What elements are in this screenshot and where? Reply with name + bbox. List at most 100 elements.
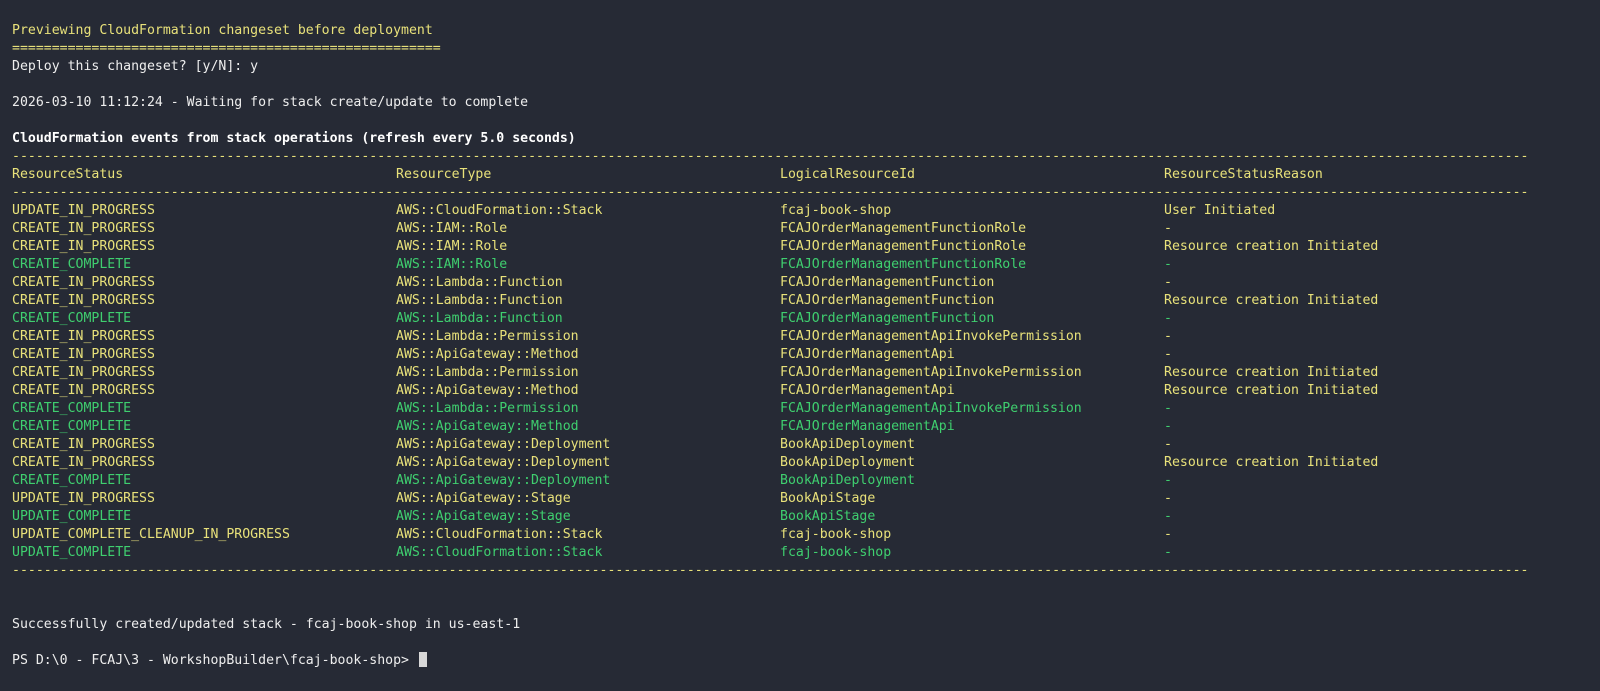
cell-resource-type: AWS::ApiGateway::Stage	[396, 491, 571, 506]
cell-resource-status: CREATE_IN_PROGRESS	[12, 383, 155, 398]
cell-resource-type: AWS::ApiGateway::Deployment	[396, 455, 611, 470]
cell-resource-status-reason: Resource creation Initiated	[1164, 293, 1379, 308]
table-row: UPDATE_COMPLETE AWS::ApiGateway::Stage Boo…	[12, 508, 1600, 526]
cell-resource-status-reason: Resource creation Initiated	[1164, 239, 1379, 254]
cell-resource-type: AWS::Lambda::Function	[396, 293, 563, 308]
cell-resource-status-reason: -	[1164, 401, 1172, 416]
cell-resource-status: CREATE_IN_PROGRESS	[12, 293, 155, 308]
cell-logical-resource-id: FCAJOrderManagementApiInvokePermission	[780, 401, 1082, 416]
column-header-resource-type: ResourceType	[396, 167, 492, 182]
table-row: CREATE_IN_PROGRESS AWS::ApiGateway::Metho…	[12, 346, 1600, 364]
cell-resource-status-reason: -	[1164, 473, 1172, 488]
cell-resource-status-reason: -	[1164, 311, 1172, 326]
waiting-message: 2026-03-10 11:12:24 - Waiting for stack …	[12, 95, 529, 110]
cell-logical-resource-id: BookApiDeployment	[780, 437, 915, 452]
cell-resource-status-reason: Resource creation Initiated	[1164, 455, 1379, 470]
table-row: CREATE_IN_PROGRESS AWS::Lambda::Permissio…	[12, 328, 1600, 346]
table-row: CREATE_IN_PROGRESS AWS::ApiGateway::Metho…	[12, 382, 1600, 400]
cell-resource-status-reason: User Initiated	[1164, 203, 1276, 218]
cell-resource-status-reason: -	[1164, 509, 1172, 524]
cell-logical-resource-id: FCAJOrderManagementFunction	[780, 275, 995, 290]
table-separator-top: ----------------------------------------…	[12, 149, 1528, 164]
deploy-prompt: Deploy this changeset? [y/N]: y	[12, 59, 259, 74]
cell-resource-status-reason: -	[1164, 491, 1172, 506]
cell-resource-status: CREATE_IN_PROGRESS	[12, 347, 155, 362]
cell-resource-status-reason: -	[1164, 347, 1172, 362]
cell-resource-type: AWS::CloudFormation::Stack	[396, 527, 603, 542]
cell-logical-resource-id: FCAJOrderManagementApi	[780, 419, 955, 434]
cell-resource-status-reason: -	[1164, 275, 1172, 290]
table-row: CREATE_COMPLETE AWS::IAM::Role FCAJOrderMa…	[12, 256, 1600, 274]
table-row: UPDATE_IN_PROGRESS AWS::CloudFormation::S…	[12, 202, 1600, 220]
cell-resource-status: CREATE_COMPLETE	[12, 257, 132, 272]
cell-resource-status: CREATE_IN_PROGRESS	[12, 239, 155, 254]
cell-resource-type: AWS::ApiGateway::Method	[396, 347, 579, 362]
preview-underline: ========================================…	[12, 41, 441, 56]
cell-resource-type: AWS::Lambda::Permission	[396, 365, 579, 380]
table-row: CREATE_COMPLETE AWS::Lambda::Function FCAJ…	[12, 310, 1600, 328]
cell-resource-type: AWS::Lambda::Function	[396, 275, 563, 290]
cell-resource-status: UPDATE_COMPLETE	[12, 509, 132, 524]
cell-logical-resource-id: BookApiDeployment	[780, 455, 915, 470]
text-cursor	[418, 652, 427, 667]
cell-resource-status-reason: -	[1164, 437, 1172, 452]
cell-resource-status-reason: -	[1164, 545, 1172, 560]
terminal-window[interactable]: Previewing CloudFormation changeset befo…	[0, 0, 1600, 691]
table-separator-header: ----------------------------------------…	[12, 185, 1528, 200]
shell-prompt-line[interactable]: PS D:\0 - FCAJ\3 - WorkshopBuilder\fcaj-…	[12, 652, 1600, 670]
cell-resource-type: AWS::IAM::Role	[396, 221, 508, 236]
cell-resource-type: AWS::IAM::Role	[396, 239, 508, 254]
cell-logical-resource-id: fcaj-book-shop	[780, 203, 892, 218]
cell-resource-status-reason: Resource creation Initiated	[1164, 365, 1379, 380]
cell-logical-resource-id: FCAJOrderManagementApi	[780, 383, 955, 398]
table-row: CREATE_IN_PROGRESS AWS::Lambda::Function F…	[12, 274, 1600, 292]
events-header: CloudFormation events from stack operati…	[12, 131, 576, 146]
cell-logical-resource-id: FCAJOrderManagementFunctionRole	[780, 239, 1027, 254]
cell-resource-type: AWS::Lambda::Permission	[396, 401, 579, 416]
cell-resource-status: CREATE_IN_PROGRESS	[12, 365, 155, 380]
cell-resource-type: AWS::ApiGateway::Method	[396, 383, 579, 398]
table-row: UPDATE_COMPLETE_CLEANUP_IN_PROGRESS AWS::…	[12, 526, 1600, 544]
cell-resource-type: AWS::Lambda::Function	[396, 311, 563, 326]
cell-logical-resource-id: BookApiStage	[780, 509, 876, 524]
cell-resource-status-reason: -	[1164, 221, 1172, 236]
preview-title: Previewing CloudFormation changeset befo…	[12, 23, 433, 38]
cell-resource-type: AWS::ApiGateway::Deployment	[396, 473, 611, 488]
cell-resource-type: AWS::CloudFormation::Stack	[396, 545, 603, 560]
table-row: CREATE_IN_PROGRESS AWS::ApiGateway::Deplo…	[12, 454, 1600, 472]
cell-logical-resource-id: fcaj-book-shop	[780, 527, 892, 542]
table-row: CREATE_IN_PROGRESS AWS::IAM::Role FCAJOrde…	[12, 220, 1600, 238]
column-header-resource-status-reason: ResourceStatusReason	[1164, 167, 1323, 182]
cell-resource-status: CREATE_IN_PROGRESS	[12, 221, 155, 236]
cell-resource-type: AWS::Lambda::Permission	[396, 329, 579, 344]
cell-logical-resource-id: FCAJOrderManagementFunction	[780, 293, 995, 308]
cell-resource-status: UPDATE_COMPLETE_CLEANUP_IN_PROGRESS	[12, 527, 290, 542]
cell-resource-status: CREATE_COMPLETE	[12, 311, 132, 326]
cell-logical-resource-id: FCAJOrderManagementFunctionRole	[780, 257, 1027, 272]
cell-resource-status: UPDATE_COMPLETE	[12, 545, 132, 560]
table-row: UPDATE_COMPLETE AWS::CloudFormation::Stac…	[12, 544, 1600, 562]
cell-resource-type: AWS::ApiGateway::Stage	[396, 509, 571, 524]
column-header-logical-resource-id: LogicalResourceId	[780, 167, 915, 182]
cell-logical-resource-id: FCAJOrderManagementApiInvokePermission	[780, 329, 1082, 344]
cell-resource-type: AWS::CloudFormation::Stack	[396, 203, 603, 218]
shell-prompt: PS D:\0 - FCAJ\3 - WorkshopBuilder\fcaj-…	[12, 653, 417, 668]
cell-logical-resource-id: fcaj-book-shop	[780, 545, 892, 560]
table-row: UPDATE_IN_PROGRESS AWS::ApiGateway::Stage…	[12, 490, 1600, 508]
cell-resource-status: CREATE_COMPLETE	[12, 401, 132, 416]
cell-resource-status-reason: -	[1164, 419, 1172, 434]
cell-logical-resource-id: BookApiDeployment	[780, 473, 915, 488]
cell-resource-status: CREATE_IN_PROGRESS	[12, 329, 155, 344]
cell-resource-status: CREATE_IN_PROGRESS	[12, 437, 155, 452]
table-header-row: ResourceStatus ResourceType LogicalResou…	[12, 166, 1600, 184]
cell-resource-status: CREATE_COMPLETE	[12, 419, 132, 434]
cell-resource-status-reason: -	[1164, 527, 1172, 542]
table-separator-bottom: ----------------------------------------…	[12, 563, 1528, 578]
cell-resource-status: CREATE_COMPLETE	[12, 473, 132, 488]
table-row: CREATE_IN_PROGRESS AWS::Lambda::Function F…	[12, 292, 1600, 310]
